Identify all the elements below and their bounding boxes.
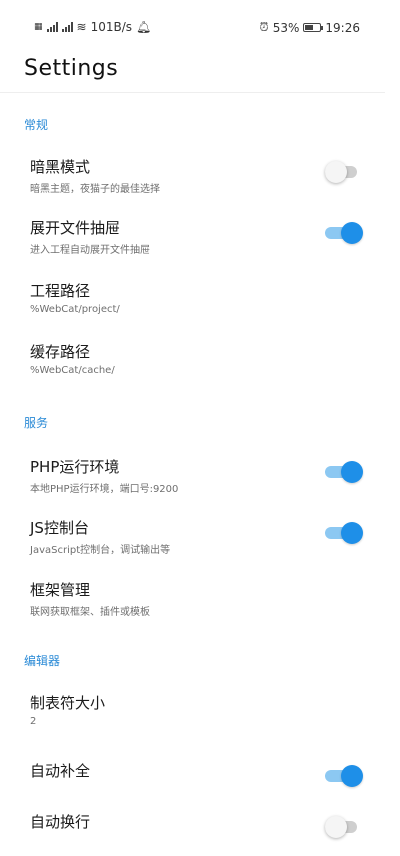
battery-icon — [303, 23, 324, 32]
section-header-general: 常规 — [24, 118, 49, 132]
setting-title: 自动补全 — [30, 762, 91, 780]
setting-js-console[interactable]: JS控制台 JavaScript控制台，调试输出等 — [0, 517, 400, 573]
setting-word-wrap[interactable]: 自动换行 — [0, 811, 400, 856]
setting-subtitle: %WebCat/cache/ — [30, 365, 115, 376]
auto-complete-toggle[interactable] — [325, 765, 363, 787]
php-runtime-toggle[interactable] — [325, 461, 363, 483]
setting-title: 自动换行 — [30, 813, 91, 831]
status-bar: ▦ ≋ 101B/s 🔔︎ ⏰︎ 53% 19:26 — [0, 0, 400, 44]
word-wrap-toggle[interactable] — [325, 816, 363, 838]
setting-title: 暗黑模式 — [30, 158, 91, 176]
setting-subtitle: 本地PHP运行环境，端口号:9200 — [30, 484, 179, 495]
setting-auto-complete[interactable]: 自动补全 — [0, 760, 400, 816]
setting-subtitle: 暗黑主题，夜猫子的最佳选择 — [30, 184, 160, 195]
wifi-icon: ≋ — [76, 20, 87, 34]
setting-dark-mode[interactable]: 暗黑模式 暗黑主题，夜猫子的最佳选择 — [0, 156, 400, 212]
setting-title: 制表符大小 — [30, 694, 106, 712]
status-bar-left: ▦ ≋ 101B/s 🔔︎ — [34, 20, 151, 34]
setting-subtitle: JavaScript控制台，调试输出等 — [30, 545, 171, 556]
section-header-editor: 编辑器 — [24, 654, 61, 668]
setting-framework-manager[interactable]: 框架管理 联网获取框架、插件或模板 — [0, 579, 400, 635]
status-bar-right: ⏰︎ 53% 19:26 — [259, 20, 360, 35]
battery-percent: 53% — [272, 20, 300, 35]
setting-tab-size[interactable]: 制表符大小 2 — [0, 692, 400, 748]
section-header-services: 服务 — [24, 416, 49, 430]
js-console-toggle[interactable] — [325, 522, 363, 544]
setting-expand-file-drawer[interactable]: 展开文件抽屉 进入工程自动展开文件抽屉 — [0, 217, 400, 273]
notification-bell-icon: 🔔︎ — [136, 20, 152, 34]
setting-title: 缓存路径 — [30, 343, 91, 361]
setting-subtitle: 2 — [30, 716, 37, 727]
network-speed: 101B/s — [90, 20, 133, 34]
setting-title: JS控制台 — [30, 519, 89, 537]
clock: 19:26 — [325, 20, 360, 35]
setting-title: 框架管理 — [30, 581, 91, 599]
header-divider — [0, 92, 385, 93]
page-title: Settings — [24, 56, 119, 81]
setting-cache-path[interactable]: 缓存路径 %WebCat/cache/ — [0, 341, 400, 397]
setting-title: 展开文件抽屉 — [30, 219, 121, 237]
setting-subtitle: %WebCat/project/ — [30, 304, 120, 315]
setting-title: PHP运行环境 — [30, 458, 120, 476]
signal-icon — [61, 22, 73, 32]
alarm-icon: ⏰︎ — [259, 20, 269, 34]
sim-icon: ▦ — [34, 21, 43, 32]
setting-subtitle: 进入工程自动展开文件抽屉 — [30, 245, 150, 256]
signal-icon — [46, 22, 58, 32]
expand-file-drawer-toggle[interactable] — [325, 222, 363, 244]
setting-php-runtime[interactable]: PHP运行环境 本地PHP运行环境，端口号:9200 — [0, 456, 400, 512]
setting-project-path[interactable]: 工程路径 %WebCat/project/ — [0, 280, 400, 336]
setting-title: 工程路径 — [30, 282, 91, 300]
setting-subtitle: 联网获取框架、插件或模板 — [30, 607, 150, 618]
dark-mode-toggle[interactable] — [325, 161, 363, 183]
